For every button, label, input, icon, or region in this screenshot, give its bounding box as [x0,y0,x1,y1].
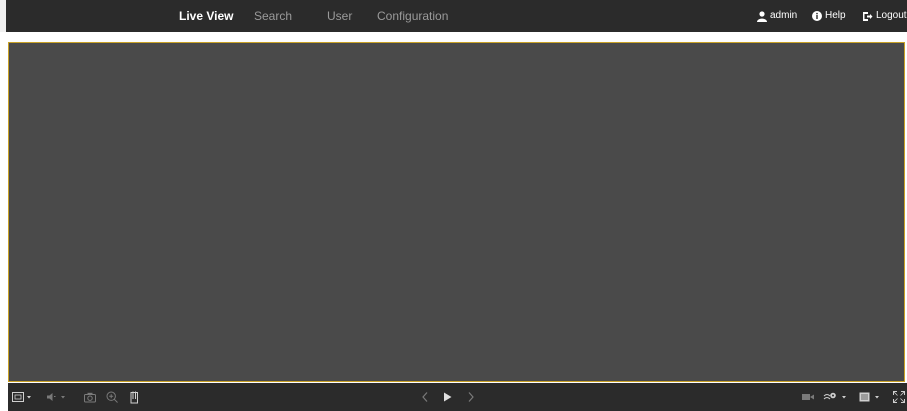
user-icon [757,10,767,22]
volume-icon [46,391,68,403]
play-icon [443,392,452,402]
video-record-icon [802,393,814,401]
layout-button[interactable] [859,383,883,411]
chevron-right-icon [467,391,475,403]
help-button[interactable]: Help [812,0,846,32]
capture-button[interactable] [84,383,96,411]
clip-icon [130,391,140,404]
layout-icon [859,391,883,403]
user-menu[interactable]: admin [757,0,797,32]
nav-user[interactable]: User [327,0,352,32]
window-split-button[interactable] [12,383,34,411]
fullscreen-button[interactable] [893,383,905,411]
live-view-video-window[interactable] [8,42,905,382]
zoom-icon [106,391,118,403]
previous-button[interactable] [421,383,429,411]
zoom-button[interactable] [106,383,118,411]
video-record-button[interactable] [802,383,814,411]
volume-button[interactable] [46,383,68,411]
username-label: admin [770,10,798,21]
window-split-icon [12,391,34,403]
playback-control-bar [8,383,907,411]
info-circle-icon [812,11,822,21]
stream-settings-icon [823,391,849,403]
top-navigation-bar: Live View Search User Configuration admi… [0,0,907,32]
logout-button[interactable]: Logout [862,0,907,32]
help-label: Help [825,10,846,21]
logout-icon [862,11,873,22]
nav-configuration[interactable]: Configuration [377,0,448,32]
record-clip-button[interactable] [130,383,140,411]
chevron-left-icon [421,391,429,403]
nav-live-view[interactable]: Live View [179,0,233,32]
play-button[interactable] [443,383,452,411]
camera-icon [84,392,96,403]
nav-search[interactable]: Search [254,0,292,32]
logout-label: Logout [876,10,907,21]
stream-settings-button[interactable] [823,383,849,411]
next-button[interactable] [467,383,475,411]
topbar-left-edge [0,0,6,32]
fullscreen-icon [893,391,905,403]
